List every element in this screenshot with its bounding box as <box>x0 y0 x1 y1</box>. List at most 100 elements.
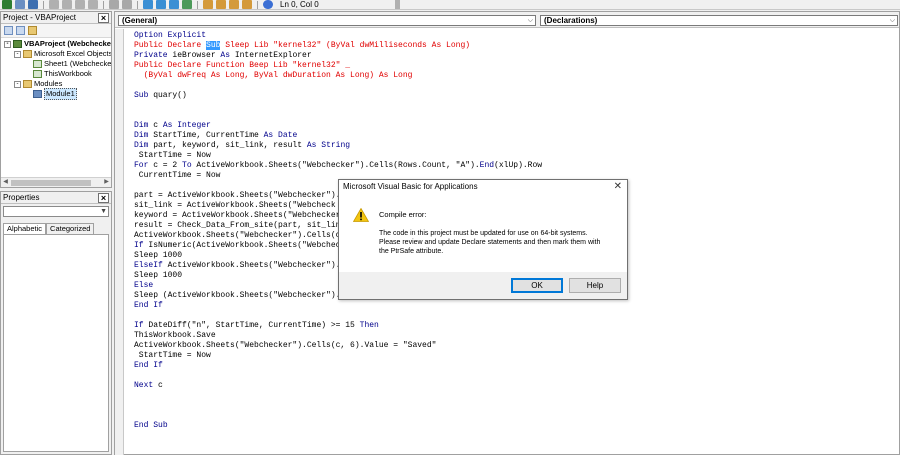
code-line[interactable]: If DateDiff("n", StartTime, CurrentTime)… <box>134 321 899 331</box>
warning-icon <box>353 208 369 222</box>
code-line[interactable]: For c = 2 To ActiveWorkbook.Sheets("Webc… <box>134 161 899 171</box>
code-line[interactable]: Option Explicit <box>134 31 899 41</box>
properties-window-icon[interactable] <box>216 0 226 9</box>
tree-item-label: VBAProject (Webchecker) <box>24 39 111 48</box>
code-line[interactable]: Public Declare Function Beep Lib "kernel… <box>134 61 899 71</box>
dialog-heading: Compile error: <box>379 210 427 219</box>
compile-error-dialog: Microsoft Visual Basic for Applications … <box>338 179 628 300</box>
tab-categorized[interactable]: Categorized <box>46 223 95 234</box>
procedure-combo[interactable]: (Declarations) ⌵ <box>540 15 898 26</box>
redo-icon[interactable] <box>122 0 132 9</box>
code-line[interactable]: End If <box>134 301 899 311</box>
code-line[interactable]: StartTime = Now <box>134 351 899 361</box>
toggle-folders-icon[interactable] <box>28 26 37 35</box>
code-line[interactable] <box>134 411 899 421</box>
code-line[interactable] <box>134 111 899 121</box>
worksheet-icon <box>33 60 42 68</box>
code-line[interactable]: ThisWorkbook.Save <box>134 331 899 341</box>
run-icon[interactable] <box>143 0 153 9</box>
properties-title: Properties × <box>1 192 111 204</box>
toolbar-separator <box>257 0 258 9</box>
close-icon[interactable]: ✕ <box>614 180 622 193</box>
code-line[interactable] <box>134 81 899 91</box>
toolbox-icon[interactable] <box>242 0 252 9</box>
folder-icon <box>23 50 32 58</box>
excel-view-icon[interactable] <box>2 0 12 9</box>
tab-alphabetic[interactable]: Alphabetic <box>3 223 47 234</box>
code-header: (General) ⌵ (Declarations) ⌵ <box>115 12 899 28</box>
collapse-icon[interactable]: - <box>14 80 21 88</box>
object-combo[interactable]: (General) ⌵ <box>118 15 536 26</box>
design-mode-icon[interactable] <box>182 0 192 9</box>
code-line[interactable]: Private ieBrowser As InternetExplorer <box>134 51 899 61</box>
reset-icon[interactable] <box>169 0 179 9</box>
scroll-right-icon[interactable]: ▶ <box>102 178 111 187</box>
properties-tabs: Alphabetic Categorized <box>1 223 111 234</box>
code-line[interactable]: End Sub <box>134 421 899 431</box>
collapse-icon[interactable]: - <box>4 40 11 48</box>
project-explorer-icon[interactable] <box>203 0 213 9</box>
toolbar: Ln 0, Col 0 <box>0 0 900 10</box>
project-tree: - VBAProject (Webchecker) - Microsoft Ex… <box>1 38 111 163</box>
collapse-icon[interactable]: - <box>14 50 21 58</box>
paste-icon[interactable] <box>75 0 85 9</box>
undo-icon[interactable] <box>109 0 119 9</box>
close-icon[interactable]: × <box>98 13 109 23</box>
tree-item-label: Microsoft Excel Objects <box>34 49 111 58</box>
code-line[interactable] <box>134 371 899 381</box>
scrollbar-thumb[interactable] <box>11 180 91 186</box>
find-icon[interactable] <box>88 0 98 9</box>
view-object-icon[interactable] <box>16 26 25 35</box>
tree-item-label: ThisWorkbook <box>44 69 92 78</box>
object-selector[interactable]: ▼ <box>3 206 109 217</box>
code-line[interactable]: ActiveWorkbook.Sheets("Webchecker").Cell… <box>134 341 899 351</box>
margin-indicator-bar[interactable] <box>115 29 124 455</box>
module-icon <box>33 90 42 98</box>
scroll-left-icon[interactable]: ◀ <box>1 178 10 187</box>
ok-button[interactable]: OK <box>511 278 563 293</box>
help-button[interactable]: Help <box>569 278 621 293</box>
project-horizontal-scrollbar[interactable]: ◀ ▶ <box>1 177 111 187</box>
tree-item-module1[interactable]: Module1 <box>1 88 111 100</box>
properties-window: Properties × ▼ Alphabetic Categorized <box>0 191 112 455</box>
save-icon[interactable] <box>28 0 38 9</box>
dialog-title: Microsoft Visual Basic for Applications <box>343 182 478 191</box>
cursor-position: Ln 0, Col 0 <box>280 0 319 9</box>
tree-item-sheet1[interactable]: Sheet1 (Webchecker) <box>1 59 111 69</box>
toolbar-scroll-thumb[interactable] <box>395 0 400 9</box>
code-line[interactable] <box>134 391 899 401</box>
code-line[interactable]: Dim c As Integer <box>134 121 899 131</box>
folder-icon <box>23 80 32 88</box>
code-line[interactable]: Next c <box>134 381 899 391</box>
code-line[interactable] <box>134 101 899 111</box>
code-line[interactable]: Dim part, keyword, sit_link, result As S… <box>134 141 899 151</box>
project-explorer: Project - VBAProject × - VBAProject (Web… <box>0 11 112 188</box>
copy-icon[interactable] <box>62 0 72 9</box>
toolbar-separator <box>43 0 44 9</box>
workbook-icon <box>33 70 42 78</box>
vba-project-icon <box>13 40 22 48</box>
view-code-icon[interactable] <box>4 26 13 35</box>
tree-item-thisworkbook[interactable]: ThisWorkbook <box>1 69 111 79</box>
chevron-down-icon: ⌵ <box>889 17 895 24</box>
tree-item-label: Sheet1 (Webchecker) <box>44 59 111 68</box>
object-browser-icon[interactable] <box>229 0 239 9</box>
code-line[interactable]: (ByVal dwFreq As Long, ByVal dwDuration … <box>134 71 899 81</box>
code-line[interactable]: End If <box>134 361 899 371</box>
toolbar-separator <box>103 0 104 9</box>
code-line[interactable]: StartTime = Now <box>134 151 899 161</box>
tree-item-vbaproject[interactable]: - VBAProject (Webchecker) <box>1 39 111 49</box>
insert-module-icon[interactable] <box>15 0 25 9</box>
code-line[interactable]: Public Declare Sub Sleep Lib "kernel32" … <box>134 41 899 51</box>
code-line[interactable]: Dim StartTime, CurrentTime As Date <box>134 131 899 141</box>
tree-item-excel-objects[interactable]: - Microsoft Excel Objects <box>1 49 111 59</box>
cut-icon[interactable] <box>49 0 59 9</box>
help-icon[interactable] <box>263 0 273 9</box>
properties-grid[interactable] <box>3 234 109 452</box>
properties-title-text: Properties <box>3 193 40 202</box>
code-line[interactable] <box>134 311 899 321</box>
code-line[interactable] <box>134 401 899 411</box>
code-line[interactable]: Sub quary() <box>134 91 899 101</box>
close-icon[interactable]: × <box>98 193 109 203</box>
break-icon[interactable] <box>156 0 166 9</box>
